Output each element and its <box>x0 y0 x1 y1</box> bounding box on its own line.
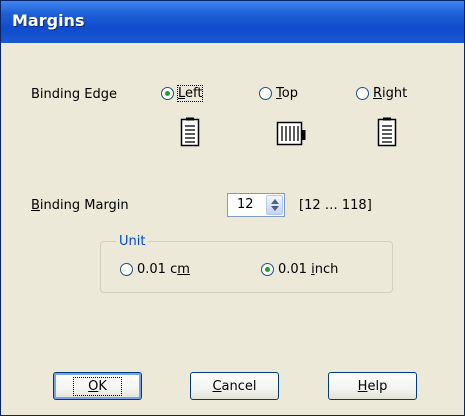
title-bar[interactable]: Margins <box>1 1 464 43</box>
radio-checked-icon <box>261 263 274 276</box>
unit-cm-radio[interactable]: 0.01 cm <box>120 262 190 277</box>
spin-down-icon[interactable] <box>271 206 279 211</box>
unit-legend: Unit <box>116 234 149 249</box>
binding-edge-label: Binding Edge <box>31 87 117 102</box>
binding-left-document-icon <box>180 117 200 147</box>
radio-label-top: Top <box>276 86 298 101</box>
binding-right-document-icon <box>377 117 397 147</box>
binding-margin-range: [12 … 118] <box>299 198 372 213</box>
radio-unchecked-icon <box>259 87 272 100</box>
margins-dialog: Margins Binding Edge Left Top Right Bind… <box>0 0 465 416</box>
radio-unchecked-icon <box>356 87 369 100</box>
binding-margin-label: Binding Margin <box>31 198 129 213</box>
radio-label-right: Right <box>373 86 408 101</box>
dialog-title: Margins <box>12 11 85 30</box>
binding-margin-spinbox[interactable]: 12 <box>227 193 285 217</box>
unit-inch-label: 0.01 inch <box>278 262 339 277</box>
binding-top-document-icon <box>276 121 308 147</box>
radio-unchecked-icon <box>120 263 133 276</box>
unit-cm-label: 0.01 cm <box>137 262 190 277</box>
cancel-button[interactable]: Cancel <box>190 372 279 400</box>
binding-edge-right-radio[interactable]: Right <box>356 86 407 101</box>
spin-buttons[interactable] <box>266 195 283 215</box>
ok-button[interactable]: OK <box>53 372 142 400</box>
radio-label-left: Left <box>176 85 204 102</box>
help-button[interactable]: Help <box>328 372 417 400</box>
binding-edge-left-radio[interactable]: Left <box>161 85 204 102</box>
unit-inch-radio[interactable]: 0.01 inch <box>261 262 338 277</box>
unit-groupbox: Unit 0.01 cm 0.01 inch <box>100 234 393 293</box>
dialog-body: Binding Edge Left Top Right Binding Marg… <box>3 43 462 413</box>
spin-up-icon[interactable] <box>271 199 279 204</box>
binding-margin-value[interactable]: 12 <box>237 197 254 212</box>
radio-checked-icon <box>161 87 174 100</box>
binding-edge-top-radio[interactable]: Top <box>259 86 298 101</box>
